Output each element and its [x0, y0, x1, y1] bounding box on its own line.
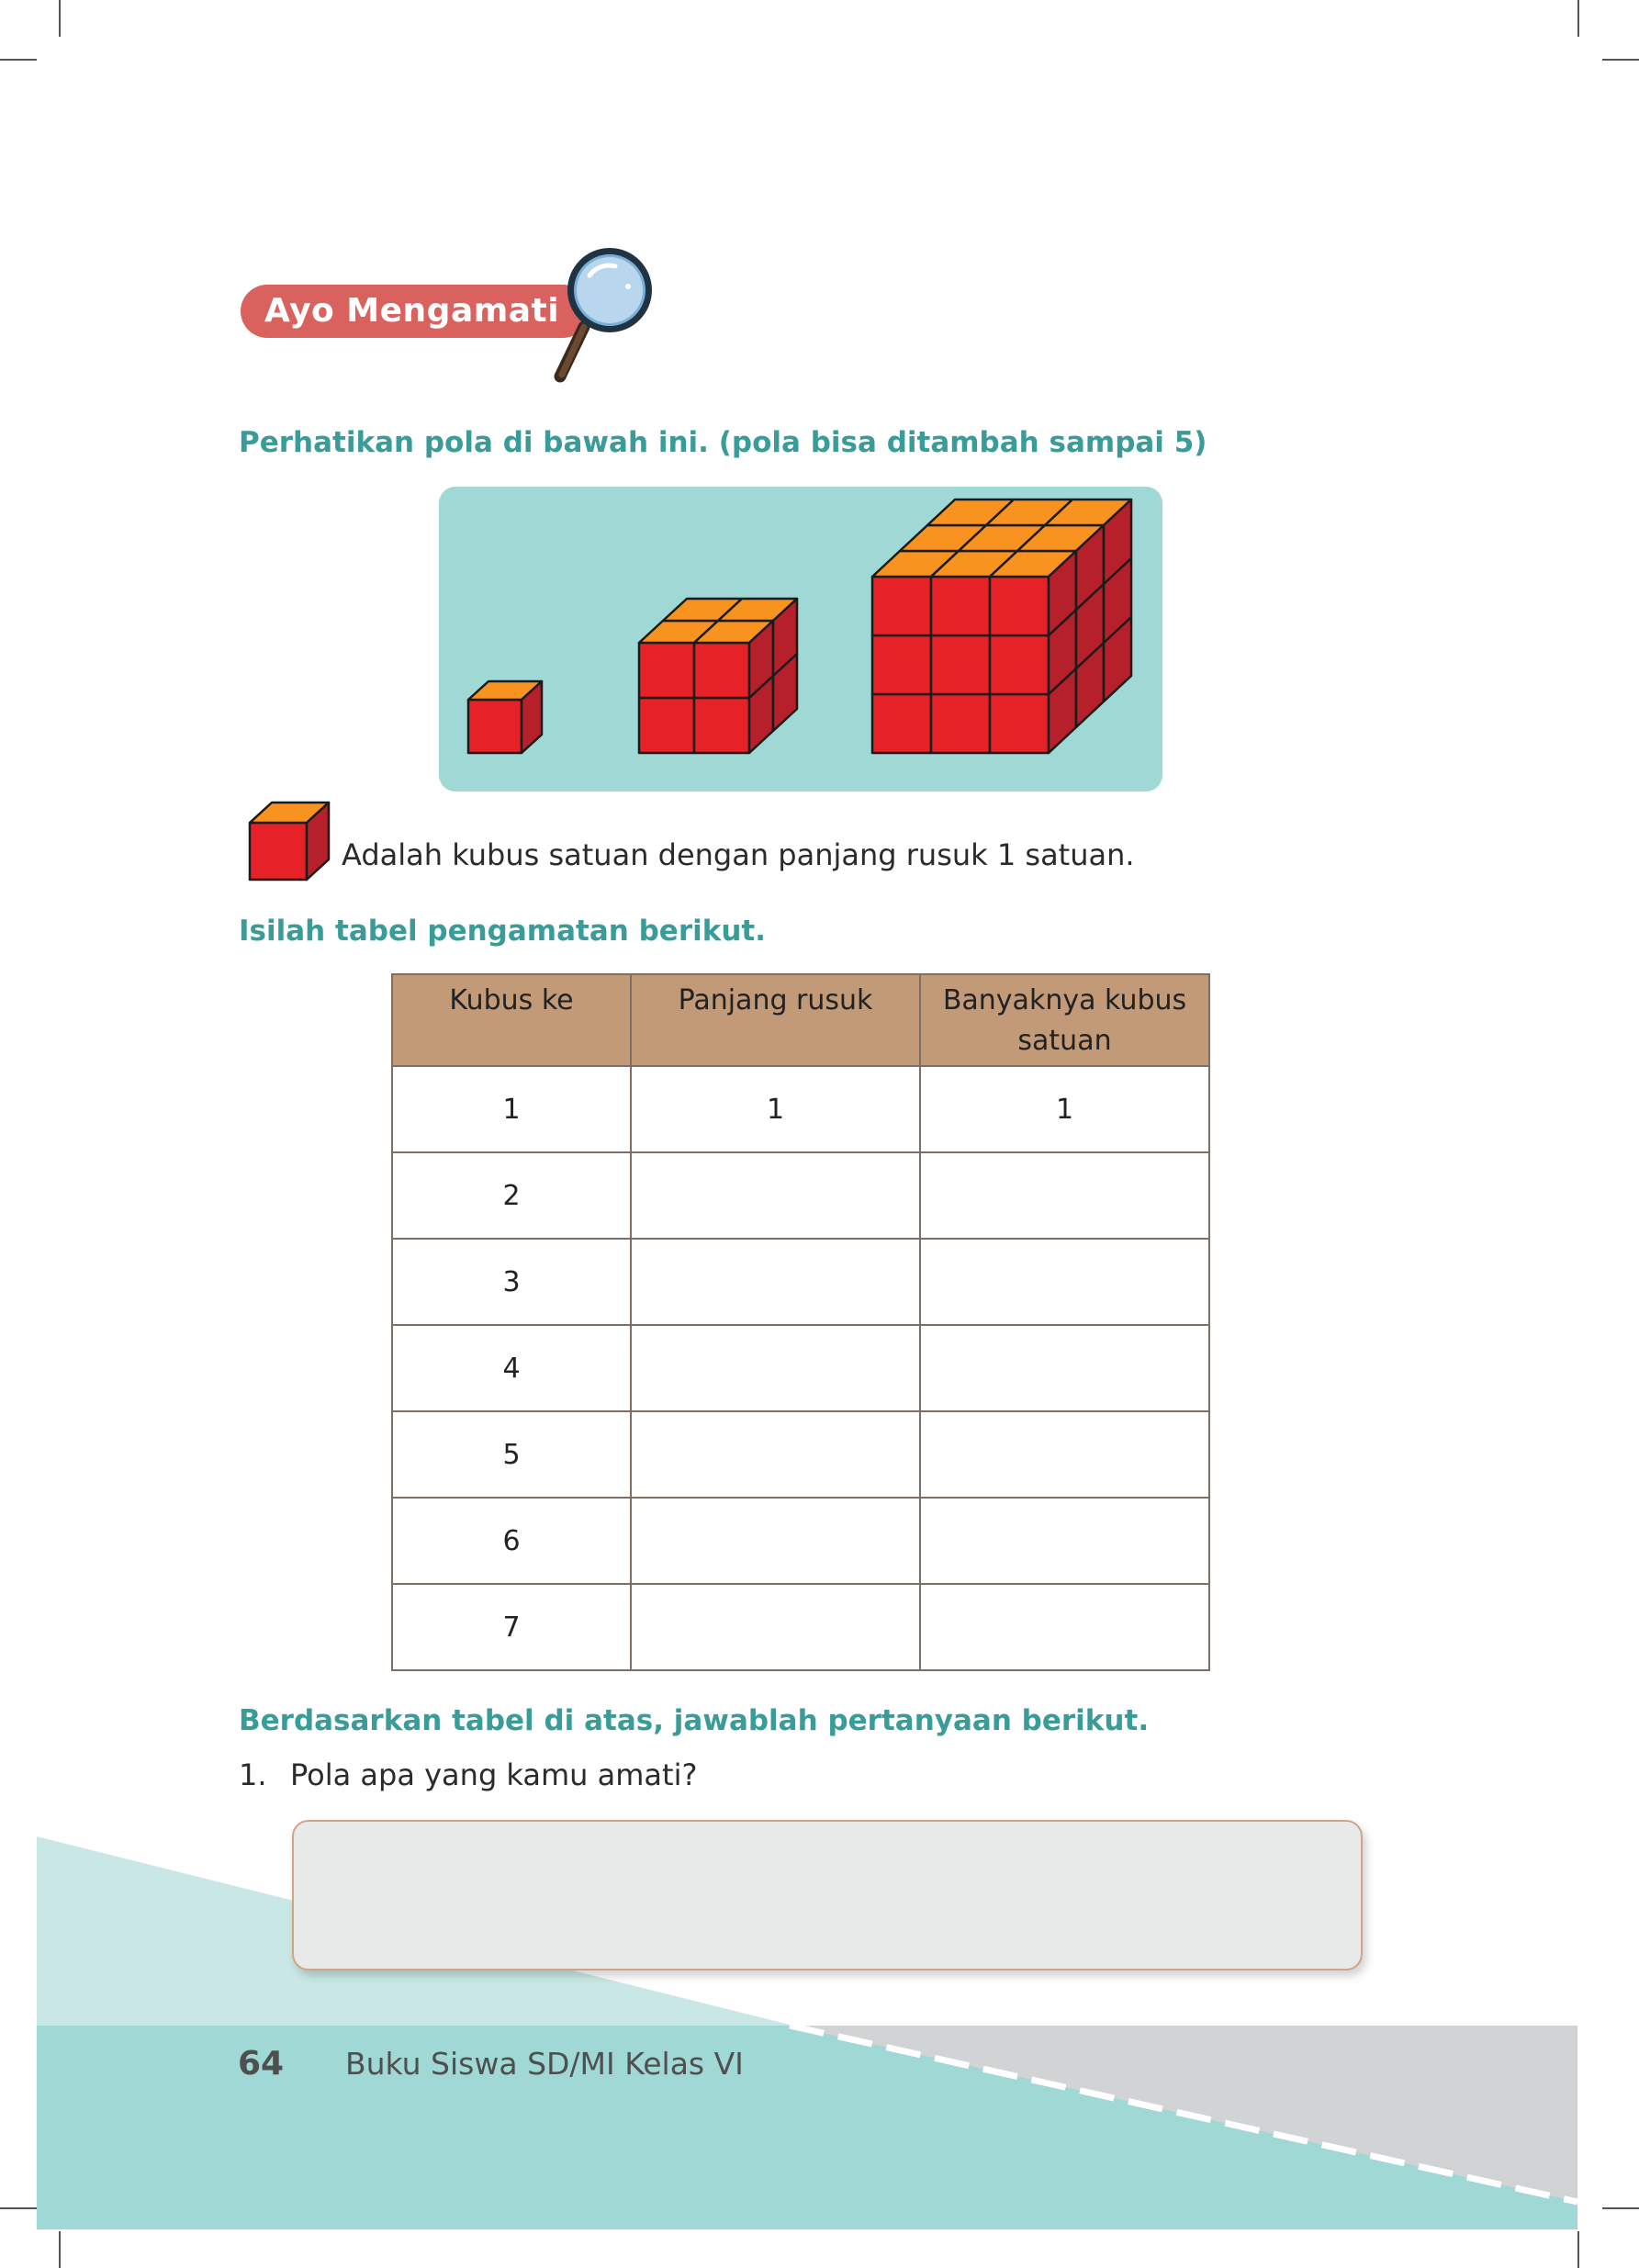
- unit-cube-note: Adalah kubus satuan dengan panjang rusuk…: [342, 837, 1135, 872]
- cell-cube-number: 7: [391, 1583, 632, 1671]
- cube-front-face: [692, 641, 751, 700]
- cell-edge-length[interactable]: [630, 1151, 921, 1240]
- magnifying-glass-icon: [554, 248, 652, 383]
- cube-front-face: [929, 575, 992, 637]
- cube-pattern-panel: [439, 487, 1162, 792]
- question-text: Pola apa yang kamu amati?: [290, 1757, 698, 1792]
- cell-unit-cube-count[interactable]: [919, 1151, 1210, 1240]
- instruction-heading: Perhatikan pola di bawah ini. (pola bisa…: [239, 426, 1207, 459]
- cube-front-face: [988, 575, 1050, 637]
- cube-pattern-drawing: [466, 498, 1133, 755]
- cell-cube-number: 3: [391, 1238, 632, 1326]
- unit-cube-icon: [248, 801, 331, 881]
- table-heading: Isilah tabel pengamatan berikut.: [239, 915, 767, 948]
- cube-front-face: [637, 641, 696, 700]
- section-badge-label: Ayo Mengamati: [264, 292, 560, 330]
- cell-cube-number: 4: [391, 1324, 632, 1412]
- cube-front-face: [929, 692, 992, 755]
- cube-front-face: [637, 696, 696, 755]
- cell-cube-number: 1: [391, 1065, 632, 1153]
- cell-unit-cube-count[interactable]: [919, 1238, 1210, 1326]
- cube-front-face: [466, 698, 523, 755]
- cell-edge-length[interactable]: [630, 1583, 921, 1671]
- cell-unit-cube-count[interactable]: [919, 1324, 1210, 1412]
- cell-edge-length[interactable]: [630, 1238, 921, 1326]
- cell-edge-length[interactable]: [630, 1410, 921, 1499]
- cube-front-face: [929, 634, 992, 696]
- cube-front-face: [248, 821, 309, 881]
- cell-unit-cube-count[interactable]: [919, 1410, 1210, 1499]
- cell-edge-length[interactable]: [630, 1497, 921, 1585]
- table-row: 1 1 1: [391, 1065, 1210, 1153]
- table-header-row: Kubus ke Panjang rusuk Banyaknya kubus s…: [391, 973, 1210, 1067]
- table-row: 2: [391, 1151, 1210, 1240]
- cell-cube-number: 6: [391, 1497, 632, 1585]
- cube-front-face: [870, 692, 933, 755]
- header-cube-number: Kubus ke: [391, 973, 632, 1067]
- cube-front-face: [870, 575, 933, 637]
- book-title: Buku Siswa SD/MI Kelas VI: [345, 2046, 744, 2082]
- header-unit-cube-count: Banyaknya kubus satuan: [919, 973, 1210, 1067]
- cell-unit-cube-count[interactable]: [919, 1497, 1210, 1585]
- cell-unit-cube-count[interactable]: [919, 1583, 1210, 1671]
- page-number: 64: [238, 2045, 285, 2083]
- cell-edge-length[interactable]: [630, 1324, 921, 1412]
- cube-front-face: [692, 696, 751, 755]
- header-edge-length: Panjang rusuk: [630, 973, 921, 1067]
- table-row: 3: [391, 1238, 1210, 1326]
- table-row: 4: [391, 1324, 1210, 1412]
- cell-edge-length[interactable]: 1: [630, 1065, 921, 1153]
- question-number: 1.: [239, 1757, 267, 1792]
- cube-front-face: [988, 692, 1050, 755]
- cube-front-face: [988, 634, 1050, 696]
- questions-heading: Berdasarkan tabel di atas, jawablah pert…: [239, 1704, 1150, 1737]
- cell-cube-number: 2: [391, 1151, 632, 1240]
- cube-front-face: [870, 634, 933, 696]
- observation-table: Kubus ke Panjang rusuk Banyaknya kubus s…: [391, 973, 1210, 1671]
- table-row: 7: [391, 1583, 1210, 1671]
- answer-box[interactable]: [292, 1820, 1363, 1970]
- cell-unit-cube-count[interactable]: 1: [919, 1065, 1210, 1153]
- cell-cube-number: 5: [391, 1410, 632, 1499]
- section-badge: Ayo Mengamati: [241, 285, 589, 338]
- table-row: 6: [391, 1497, 1210, 1585]
- table-row: 5: [391, 1410, 1210, 1499]
